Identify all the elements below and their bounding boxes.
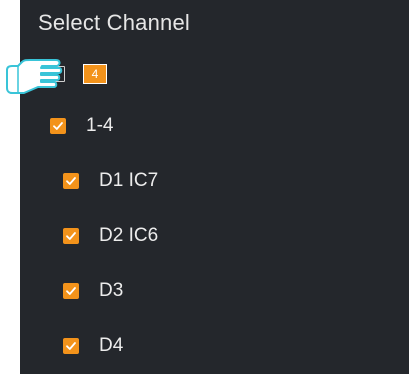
- channel-checkbox[interactable]: [63, 228, 79, 244]
- panel-title: Select Channel: [38, 10, 191, 35]
- group-label: 1-4: [86, 115, 114, 136]
- selected-count-badge: 4: [83, 64, 107, 84]
- checkmark-icon: [53, 122, 63, 130]
- checkmark-icon: [66, 177, 76, 185]
- channel-row[interactable]: D3: [63, 277, 123, 305]
- checkmark-icon: [66, 342, 76, 350]
- channel-label: D3: [99, 280, 124, 301]
- group-checkbox[interactable]: [50, 118, 66, 134]
- channel-checkbox[interactable]: [63, 173, 79, 189]
- pointing-hand-icon: [6, 59, 63, 94]
- channel-label: D2 IC6: [99, 225, 159, 246]
- channel-group-row[interactable]: 1-4: [50, 112, 113, 140]
- checkmark-icon: [66, 232, 76, 240]
- channel-checkbox[interactable]: [63, 338, 79, 354]
- channel-checkbox[interactable]: [63, 283, 79, 299]
- checkmark-icon: [66, 287, 76, 295]
- channel-row[interactable]: D4: [63, 332, 123, 360]
- channel-row[interactable]: D2 IC6: [63, 222, 158, 250]
- channel-row[interactable]: D1 IC7: [63, 167, 158, 195]
- channel-label: D1 IC7: [99, 170, 159, 191]
- channel-label: D4: [99, 335, 124, 356]
